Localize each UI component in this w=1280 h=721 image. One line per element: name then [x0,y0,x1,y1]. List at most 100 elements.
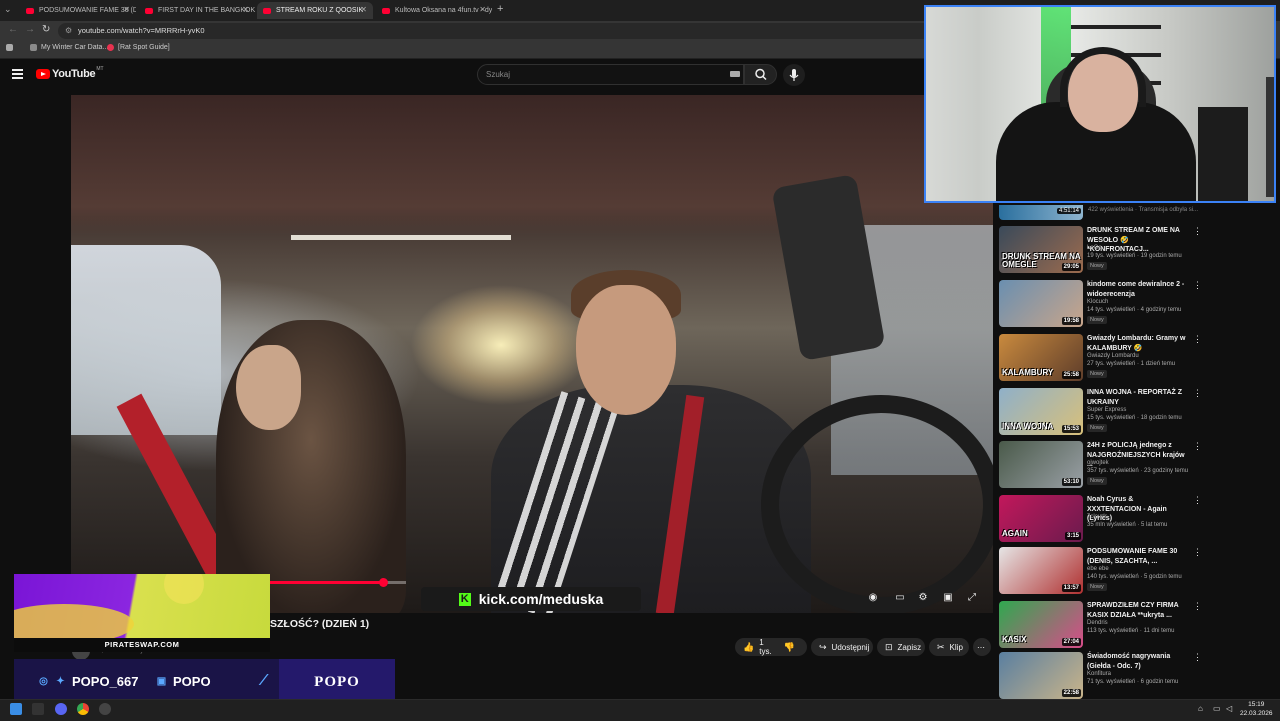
taskbar-app-icon[interactable] [32,703,44,715]
site-info-icon[interactable]: ⚙ [65,23,72,39]
more-options-icon[interactable]: ⋮ [1193,652,1202,663]
recommendation-item[interactable]: KALAMBURY 25:58 Gwiazdy Lombardu: Gramy w … [999,334,1202,386]
recommendation-meta: 27 tys. wyświetleń · 1 dzień temu [1087,361,1176,367]
dislike-icon[interactable]: 👎 [784,642,795,653]
close-tab-icon[interactable]: ✕ [360,5,367,14]
more-actions-button[interactable]: ⋯ [973,638,991,656]
recommendation-channel[interactable]: LeOo [1087,245,1102,251]
clip-button[interactable]: ✂ Klip [929,638,969,656]
recommendation-item[interactable]: 13:57 PODSUMOWANIE FAME 30 (DENIS, SZACHT… [999,547,1202,599]
browser-tab[interactable]: PODSUMOWANIE FAME 30 (DE ✕ [20,2,136,19]
like-icon[interactable]: 👍 [743,642,754,653]
video-thumbnail[interactable]: 22:58 [999,652,1083,699]
forward-icon[interactable]: → [25,24,35,35]
more-options-icon[interactable]: ⋮ [1193,334,1202,345]
recommendation-channel[interactable]: Klocuch [1087,299,1108,305]
like-count[interactable]: 1 tys. [759,638,771,656]
previous-thumbnail[interactable]: 4:51:14 [999,205,1083,220]
video-thumbnail[interactable]: INNA WOJNA 15:53 [999,388,1083,435]
clock[interactable]: 15:19 22.03.2026 [1240,700,1273,718]
instagram-icon: ◎ [39,676,48,687]
recommendation-meta: 15 tys. wyświetleń · 18 godzin temu [1087,415,1182,421]
network-icon[interactable]: ⌂ [1198,704,1203,713]
taskbar-app-icon[interactable] [99,703,111,715]
recommendation-channel[interactable]: Gwiazdy Lombardu [1087,353,1139,359]
video-thumbnail[interactable]: 53:10 [999,441,1083,488]
youtube-favicon-icon [145,7,153,14]
recommendation-title[interactable]: kindome come dewiralnce 2 - widoerecenzj… [1087,280,1189,299]
video-thumbnail[interactable]: KASIX 27:04 [999,601,1083,648]
subtitles-icon[interactable]: ▭ [893,591,907,605]
more-options-icon[interactable]: ⋮ [1193,226,1202,237]
recommendation-title[interactable]: Gwiazdy Lombardu: Gramy w KALAMBURY 🤣 [1087,334,1189,353]
fullscreen-icon[interactable]: ⤢ [965,591,979,605]
recommendation-item[interactable]: DRUNK STREAM NA OMEGLE 29:05 DRUNK STREAM … [999,226,1202,278]
more-options-icon[interactable]: ⋮ [1193,495,1202,506]
more-options-icon[interactable]: ⋮ [1193,441,1202,452]
more-options-icon[interactable]: ⋮ [1193,280,1202,291]
autoplay-toggle-icon[interactable]: ◉ [866,591,880,605]
save-button[interactable]: ⊡ Zapisz [877,638,925,656]
back-icon[interactable]: ← [8,24,18,35]
youtube-favicon-icon [263,7,271,14]
miniplayer-icon[interactable]: ▣ [941,591,955,605]
progress-scrubber[interactable] [378,578,388,587]
recommendation-title[interactable]: PODSUMOWANIE FAME 30 (DENIS, SZACHTA, ..… [1087,547,1189,566]
recommendation-title[interactable]: DRUNK STREAM Z OME NA WESOŁO 🤣 *KONFRONT… [1087,226,1189,255]
recommendation-item[interactable]: 22:58 Świadomość nagrywania (Giełda - Odc… [999,652,1202,704]
video-thumbnail[interactable]: AGAIN 3:15 [999,495,1083,542]
recommendation-channel[interactable]: Konfitura [1087,671,1111,677]
tab-search-icon[interactable]: ⌄ [4,4,12,15]
search-button[interactable] [744,64,777,85]
recommendation-channel[interactable]: 7clouds [1087,514,1108,520]
recommendation-title[interactable]: INNA WOJNA - REPORTAŻ Z UKRAINY [1087,388,1189,407]
more-options-icon[interactable]: ⋮ [1193,388,1202,399]
reload-icon[interactable]: ↻ [42,24,50,35]
volume-icon[interactable]: ◁ [1226,704,1232,713]
new-badge: Nowy [1087,262,1107,270]
video-player[interactable] [71,95,993,613]
recommendation-channel[interactable]: Dendris [1087,620,1108,626]
discord-icon[interactable] [55,703,67,715]
search-input[interactable]: Szukaj [477,64,744,85]
browser-tab[interactable]: STREAM ROKU Z QOOSIK ✕ [257,2,373,19]
recommendation-title[interactable]: SPRAWDZIŁEM CZY FIRMA KASIX DZIAŁA **ukr… [1087,601,1189,620]
bookmark-item[interactable]: [Rat Spot Guide] [107,44,170,51]
keyboard-icon[interactable] [730,71,740,77]
thumbnail-caption: KALAMBURY [1002,368,1054,377]
recommendation-title[interactable]: Świadomość nagrywania (Giełda - Odc. 7) [1087,652,1189,671]
windows-start-icon[interactable] [10,703,22,715]
youtube-logo[interactable]: YouTube MT [36,66,104,80]
more-options-icon[interactable]: ⋮ [1193,547,1202,558]
video-thumbnail[interactable]: DRUNK STREAM NA OMEGLE 29:05 [999,226,1083,273]
recommendation-item[interactable]: AGAIN 3:15 Noah Cyrus & XXXTENTACION - Aga… [999,495,1202,547]
share-button[interactable]: ↪ Udostępnij [811,638,873,656]
settings-gear-icon[interactable]: ⚙ [916,591,930,605]
recommendation-channel[interactable]: ojwojtek [1087,460,1109,466]
chrome-icon[interactable] [77,703,89,715]
close-tab-icon[interactable]: ✕ [479,5,486,14]
more-options-icon[interactable]: ⋮ [1193,601,1202,612]
new-tab-button[interactable]: + [497,3,503,15]
apps-icon[interactable] [6,44,17,51]
recommendation-channel[interactable]: Super Express [1087,407,1126,413]
recommendation-item[interactable]: 19:58 kindome come dewiralnce 2 - widoere… [999,280,1202,332]
recommendation-channel[interactable]: ebe ebe [1087,566,1109,572]
video-thumbnail[interactable]: 13:57 [999,547,1083,594]
video-thumbnail[interactable]: KALAMBURY 25:58 [999,334,1083,381]
video-title: SZŁOŚĆ? (DZIEŃ 1) [270,618,370,630]
browser-tab[interactable]: FIRST DAY IN THE BANGKOK - Yo✕ [139,2,255,19]
recommendation-item[interactable]: 53:10 24H z POLICJĄ jednego z NAJGROŹNIEJ… [999,441,1202,493]
display-icon[interactable]: ▭ [1213,704,1221,713]
voice-search-button[interactable] [783,64,805,86]
recommendation-item[interactable]: INNA WOJNA 15:53 INNA WOJNA - REPORTAŻ Z U… [999,388,1202,440]
close-tab-icon[interactable]: ✕ [242,5,249,14]
url-field[interactable]: ⚙ youtube.com/watch?v=MRRRrH-yvK0 [58,23,938,39]
recommendation-item[interactable]: KASIX 27:04 SPRAWDZIŁEM CZY FIRMA KASIX DZ… [999,601,1202,653]
video-thumbnail[interactable]: 19:58 [999,280,1083,327]
close-tab-icon[interactable]: ✕ [123,5,130,14]
menu-icon[interactable] [12,69,23,81]
twitter-icon: ✦ [56,676,65,687]
bookmark-item[interactable]: My Winter Car Data... [30,44,108,51]
browser-tab[interactable]: Kultowa Oksana na 4fun.tv - dy ✕ [376,2,492,19]
